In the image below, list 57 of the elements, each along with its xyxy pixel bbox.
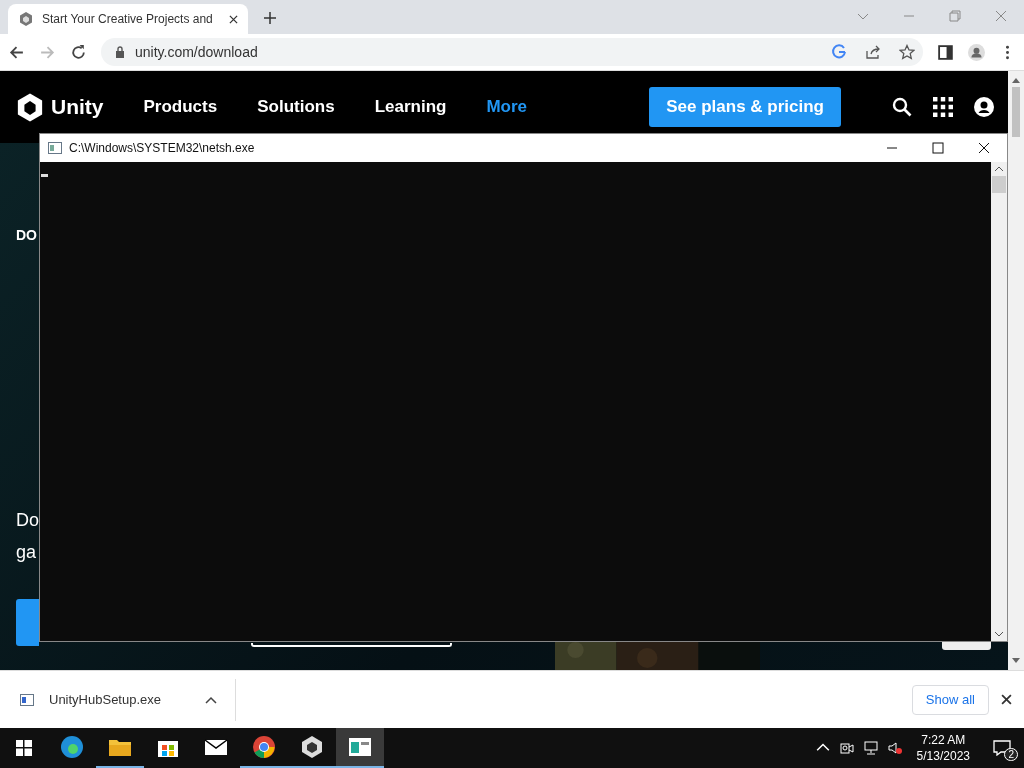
show-all-button[interactable]: Show all — [911, 684, 989, 715]
browser-icon — [252, 735, 276, 759]
camera-icon[interactable] — [839, 741, 854, 755]
muted-speaker-icon[interactable] — [887, 741, 902, 755]
google-icon[interactable] — [831, 44, 847, 60]
star-icon[interactable] — [899, 44, 915, 60]
download-file-name[interactable]: UnityHubSetup.exe — [49, 692, 205, 707]
tab-title: Start Your Creative Projects and — [42, 12, 214, 26]
swirl-icon — [60, 735, 84, 759]
search-icon[interactable] — [892, 97, 912, 117]
reload-icon[interactable] — [70, 43, 87, 61]
notification-icon[interactable] — [993, 740, 1011, 756]
scroll-down-icon[interactable] — [1012, 658, 1020, 664]
close-icon[interactable] — [1001, 694, 1012, 705]
logo-text[interactable]: Unity — [51, 95, 104, 119]
clock-date[interactable]: 5/13/2023 — [916, 748, 970, 764]
apps-grid-icon[interactable] — [933, 97, 953, 117]
eyebrow-text: DO — [16, 227, 37, 243]
new-tab-icon[interactable] — [264, 12, 276, 24]
lock-icon — [115, 46, 125, 58]
scrollbar[interactable] — [1008, 71, 1024, 670]
text-cursor — [41, 174, 48, 177]
close-icon[interactable] — [978, 142, 990, 154]
scroll-thumb[interactable] — [992, 176, 1006, 193]
share-icon[interactable] — [865, 44, 881, 60]
nav-link[interactable]: More — [486, 97, 528, 117]
window-title: C:\Windows\SYSTEM32\netsh.exe — [69, 141, 255, 155]
browser-tab[interactable]: Start Your Creative Projects and — [8, 4, 248, 34]
nav-link[interactable]: Solutions — [257, 97, 335, 117]
body-text: ga — [16, 542, 37, 563]
nav-link[interactable]: Products — [143, 97, 218, 117]
nav-link[interactable]: Learning — [374, 97, 447, 117]
scroll-up-icon[interactable] — [995, 166, 1003, 172]
scrollbar[interactable] — [991, 162, 1007, 641]
cube-icon[interactable] — [16, 91, 44, 123]
notification-count: 2 — [1004, 748, 1018, 761]
close-icon[interactable] — [229, 14, 238, 24]
scroll-down-icon[interactable] — [995, 631, 1003, 637]
body-text: Do — [16, 510, 39, 531]
window-icon — [348, 735, 372, 759]
file-icon — [20, 693, 34, 706]
address-bar[interactable]: unity.com/download — [101, 38, 923, 66]
clock-time[interactable]: 7:22 AM — [921, 732, 966, 748]
windows-logo-icon[interactable] — [16, 740, 32, 756]
console-taskbar-button[interactable] — [336, 728, 384, 768]
console-icon — [48, 142, 62, 154]
network-icon[interactable] — [863, 741, 878, 755]
console-window[interactable]: C:\Windows\SYSTEM32\netsh.exe — [39, 133, 1008, 642]
maximize-icon[interactable] — [932, 142, 944, 154]
caret-icon[interactable] — [205, 695, 217, 704]
cube-icon — [18, 11, 34, 27]
scroll-thumb[interactable] — [1012, 87, 1020, 137]
scroll-up-icon[interactable] — [1012, 77, 1020, 83]
profile-icon[interactable] — [968, 43, 985, 61]
cube-icon — [300, 735, 324, 759]
account-icon[interactable] — [974, 97, 994, 117]
side-panel-icon[interactable] — [937, 43, 954, 61]
